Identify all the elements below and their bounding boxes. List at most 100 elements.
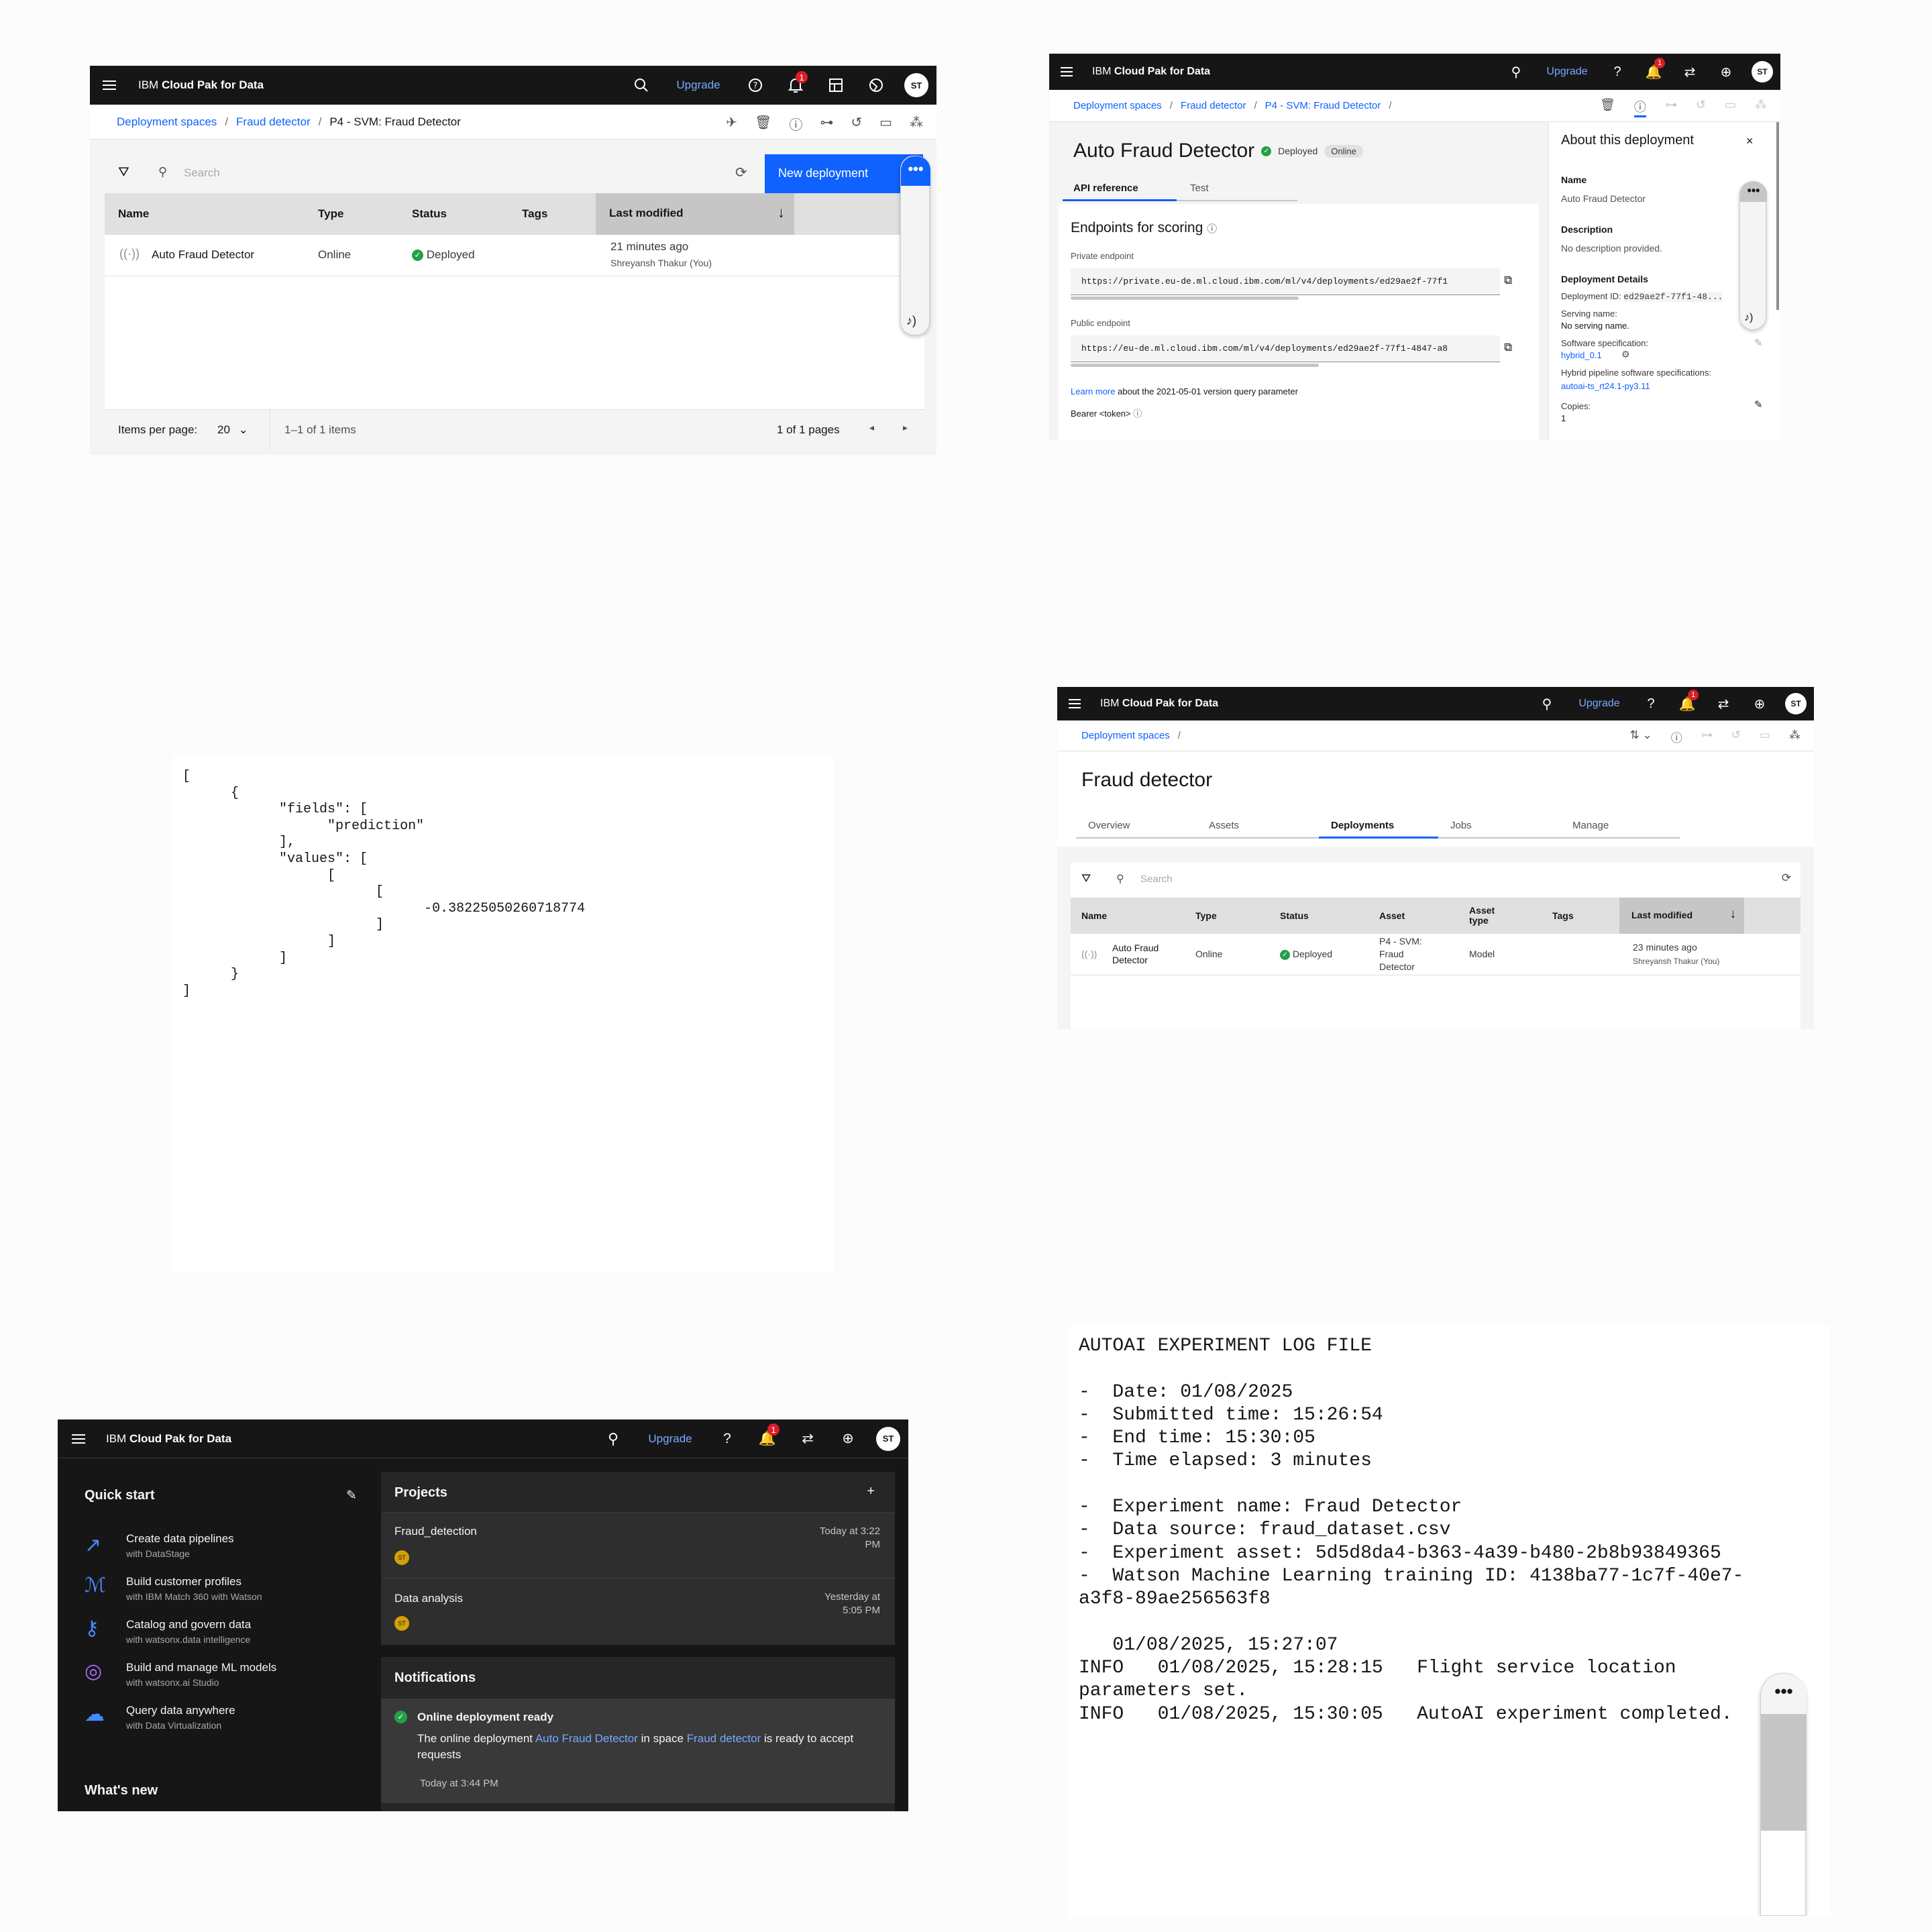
tab-api-reference[interactable]: API reference: [1063, 176, 1177, 201]
brand[interactable]: IBM Cloud Pak for Data: [1084, 66, 1497, 78]
hamburger-menu-icon[interactable]: [58, 1419, 99, 1458]
tab-deployments[interactable]: Deployments: [1319, 814, 1438, 839]
col-name[interactable]: Name: [1081, 910, 1107, 921]
row-name[interactable]: Auto Fraud Detector: [1112, 942, 1179, 966]
breadcrumb-deployment-spaces[interactable]: Deployment spaces: [1073, 100, 1162, 111]
lineage-icon[interactable]: ⊶: [820, 114, 833, 133]
scroll-track[interactable]: [1761, 1714, 1807, 1831]
quick-item-catalog[interactable]: ⚷ Catalog and govern data with watsonx.d…: [85, 1615, 366, 1650]
col-last-modified-sorted[interactable]: Last modified ↓: [1619, 898, 1744, 934]
help-icon[interactable]: ?: [1599, 54, 1635, 90]
globe-icon[interactable]: [856, 66, 896, 105]
help-icon[interactable]: ?: [707, 1419, 747, 1458]
quick-item-profiles[interactable]: ℳ Build customer profiles with IBM Match…: [85, 1572, 366, 1607]
history-icon[interactable]: ↺: [1731, 729, 1741, 745]
settings-icon[interactable]: ⚙: [1621, 349, 1630, 360]
notification-deployment-link[interactable]: Auto Fraud Detector: [535, 1732, 638, 1745]
floating-assistant[interactable]: ••• ♪): [900, 156, 930, 335]
hybrid-value[interactable]: autoai-ts_rt24.1-py3.11: [1561, 381, 1650, 391]
globe-icon[interactable]: ⊕: [1708, 54, 1744, 90]
search-input[interactable]: Search: [184, 166, 220, 180]
edit-icon[interactable]: ✎: [346, 1488, 357, 1503]
search-icon[interactable]: ⚲: [593, 1419, 633, 1458]
col-status[interactable]: Status: [1280, 910, 1309, 921]
scrollbar[interactable]: [1071, 297, 1299, 300]
edit-icon[interactable]: ✎: [1754, 398, 1763, 411]
project-item[interactable]: Fraud_detection Today at 3:22 PM ST: [381, 1512, 895, 1578]
info-icon[interactable]: ⓘ: [1633, 98, 1646, 117]
avatar-wrap[interactable]: ST: [1744, 54, 1780, 90]
info-icon[interactable]: ⓘ: [1133, 409, 1142, 419]
tab-overview[interactable]: Overview: [1088, 820, 1130, 831]
search-icon[interactable]: ⚲: [158, 165, 167, 179]
history-icon[interactable]: ↺: [851, 114, 862, 133]
switcher-icon[interactable]: ⇄: [1705, 687, 1741, 720]
breadcrumb-fraud-detector[interactable]: Fraud detector: [1181, 100, 1246, 111]
floating-assistant[interactable]: •••: [1760, 1673, 1807, 1916]
edit-icon[interactable]: ✎: [1754, 337, 1763, 349]
lineage-icon[interactable]: ⊶: [1665, 98, 1677, 117]
tab-manage[interactable]: Manage: [1572, 820, 1609, 831]
avatar-wrap[interactable]: ST: [896, 66, 936, 105]
col-tags[interactable]: Tags: [1552, 910, 1574, 921]
switcher-icon[interactable]: [816, 66, 856, 105]
col-tags[interactable]: Tags: [522, 207, 547, 221]
assistant-icon[interactable]: ♪): [1744, 312, 1753, 324]
lineage-icon[interactable]: ⊶: [1701, 729, 1713, 745]
apps-icon[interactable]: ⁂: [910, 114, 923, 133]
col-type[interactable]: Type: [318, 207, 343, 221]
notifications-icon[interactable]: 1: [775, 66, 816, 105]
refresh-icon[interactable]: ⟳: [735, 164, 747, 181]
globe-icon[interactable]: ⊕: [1741, 687, 1778, 720]
help-icon[interactable]: ?: [735, 66, 775, 105]
upgrade-link[interactable]: Upgrade: [1566, 687, 1633, 720]
apps-icon[interactable]: ⁂: [1789, 729, 1801, 745]
info-icon[interactable]: ⓘ: [789, 114, 802, 133]
search-icon[interactable]: ⚲: [1528, 687, 1566, 720]
info-icon[interactable]: ⓘ: [1671, 729, 1682, 745]
table-row[interactable]: ((·)) Auto Fraud Detector Online ✓ Deplo…: [105, 235, 924, 276]
import-dropdown-icon[interactable]: ⇅ ⌄: [1629, 729, 1652, 745]
breadcrumb-deployment-spaces[interactable]: Deployment spaces: [1081, 730, 1170, 741]
project-item[interactable]: Data analysis Yesterday at 5:05 PM ST: [381, 1578, 895, 1645]
refresh-icon[interactable]: ⟳: [1782, 871, 1791, 885]
table-row[interactable]: ((·)) Auto Fraud Detector Online ✓ Deplo…: [1071, 934, 1801, 975]
col-asset[interactable]: Asset: [1379, 910, 1405, 921]
col-asset-type[interactable]: Asset type: [1469, 906, 1509, 926]
info-icon[interactable]: ⓘ: [1207, 223, 1217, 235]
avatar-wrap[interactable]: ST: [1778, 687, 1814, 720]
notifications-icon[interactable]: 🔔 1: [747, 1419, 788, 1458]
comments-icon[interactable]: ▭: [879, 114, 892, 133]
delete-icon[interactable]: 🗑: [755, 114, 771, 133]
next-page-icon[interactable]: ▸: [903, 422, 908, 433]
brand[interactable]: IBM Cloud Pak for Data: [129, 78, 621, 92]
tab-test[interactable]: Test: [1190, 182, 1209, 194]
comments-icon[interactable]: ▭: [1725, 98, 1736, 117]
col-status[interactable]: Status: [412, 207, 447, 221]
private-endpoint-field[interactable]: https://private.eu-de.ml.cloud.ibm.com/m…: [1071, 268, 1500, 300]
tab-jobs[interactable]: Jobs: [1450, 820, 1472, 831]
assistant-icon[interactable]: ♪): [906, 314, 916, 328]
upgrade-link[interactable]: Upgrade: [1535, 54, 1599, 90]
row-name[interactable]: Auto Fraud Detector: [152, 248, 254, 262]
overflow-menu-icon[interactable]: •••: [901, 156, 930, 186]
breadcrumb-fraud-detector[interactable]: Fraud detector: [236, 115, 311, 129]
comments-icon[interactable]: ▭: [1760, 729, 1770, 745]
col-type[interactable]: Type: [1195, 910, 1217, 921]
quick-item-query[interactable]: ☁ Query data anywhere with Data Virtuali…: [85, 1701, 366, 1736]
search-icon[interactable]: ⚲: [1497, 54, 1535, 90]
scrollbar[interactable]: [1776, 122, 1779, 310]
avatar-wrap[interactable]: ST: [868, 1419, 908, 1458]
search-icon[interactable]: [621, 66, 661, 105]
items-per-page-select[interactable]: 20 ⌄: [217, 423, 248, 437]
upgrade-link[interactable]: Upgrade: [633, 1419, 707, 1458]
quick-item-pipelines[interactable]: ↗ Create data pipelines with DataStage: [85, 1529, 366, 1564]
prev-page-icon[interactable]: ◂: [869, 422, 874, 433]
col-last-modified-sorted[interactable]: Last modified ↓: [596, 193, 794, 235]
add-project-icon[interactable]: +: [867, 1484, 875, 1499]
quick-item-ml-models[interactable]: ◎ Build and manage ML models with watson…: [85, 1658, 366, 1693]
hamburger-menu-icon[interactable]: [1049, 54, 1084, 90]
col-name[interactable]: Name: [118, 207, 149, 221]
floating-assistant[interactable]: ••• ♪): [1739, 181, 1767, 330]
notifications-icon[interactable]: 🔔 1: [1635, 54, 1672, 90]
